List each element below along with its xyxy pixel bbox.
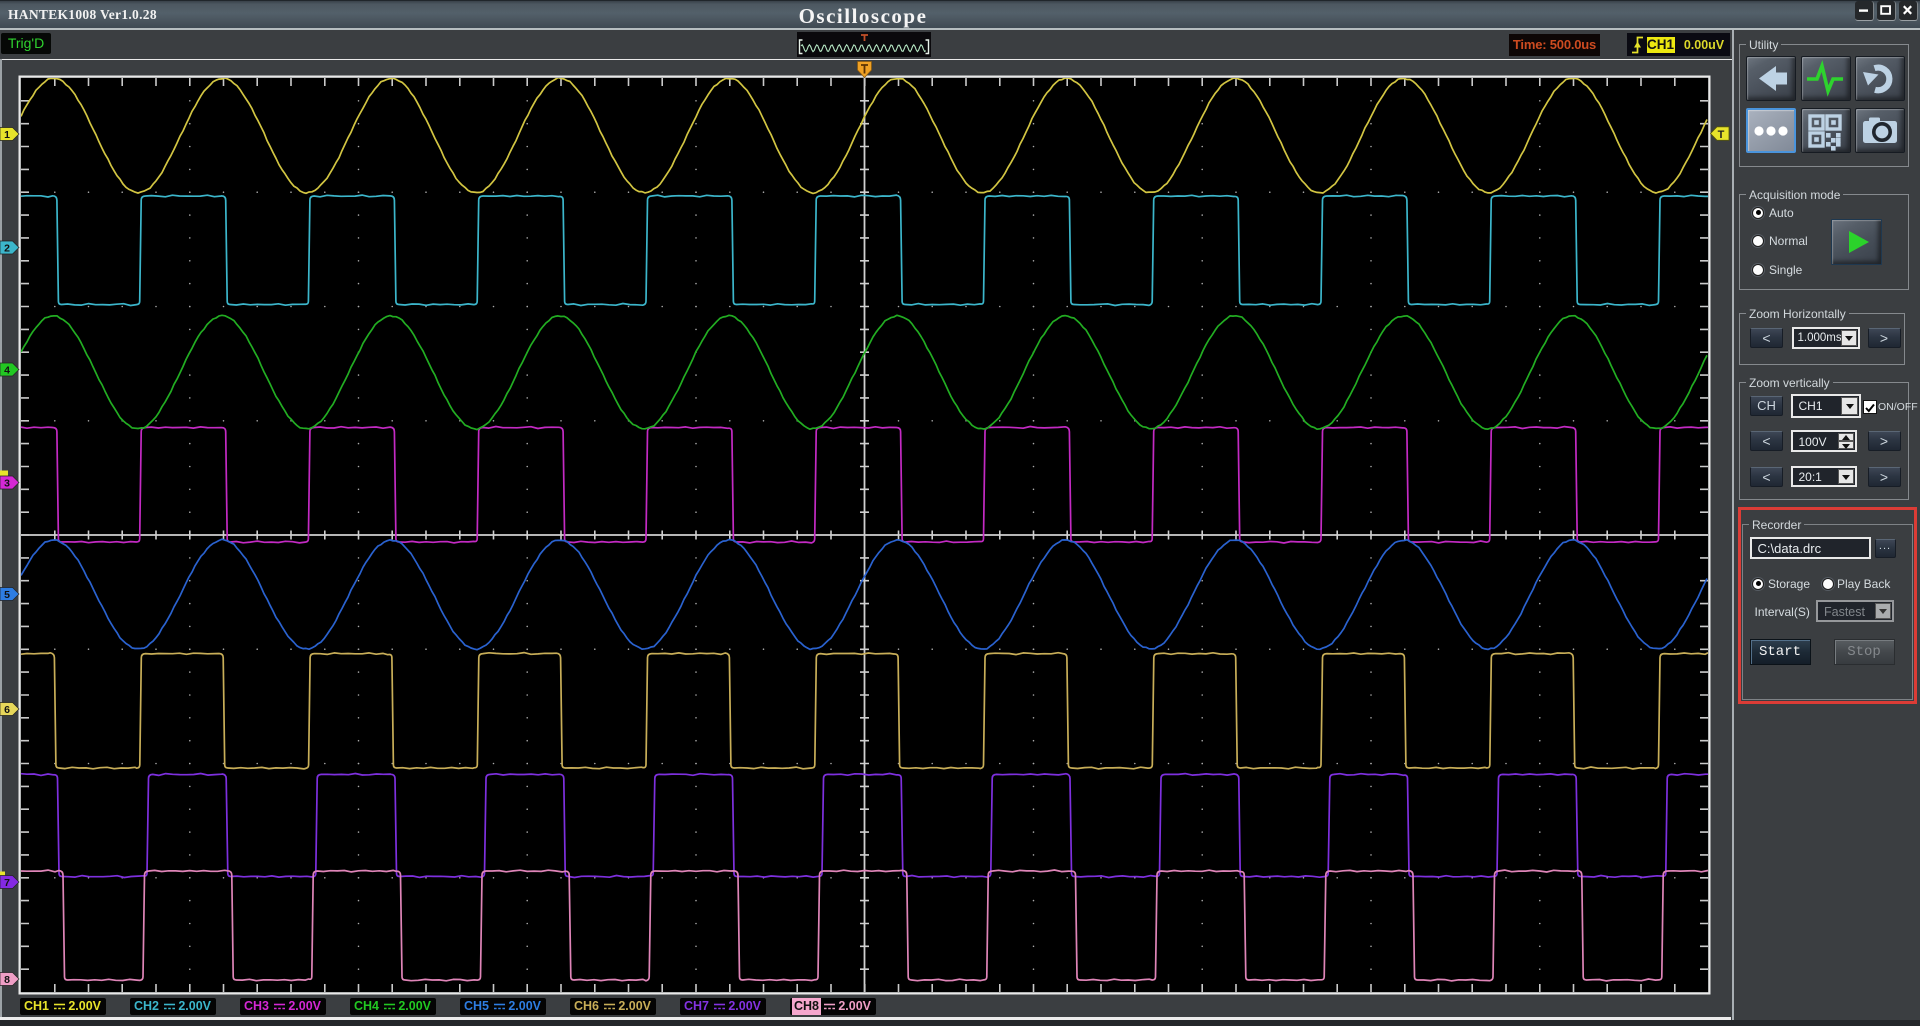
svg-text:2: 2 [4, 243, 10, 255]
svg-text:5: 5 [4, 589, 10, 601]
svg-text:6: 6 [4, 704, 10, 716]
svg-text:8: 8 [4, 974, 10, 986]
svg-text:4: 4 [4, 365, 10, 377]
svg-text:1: 1 [4, 129, 10, 141]
svg-text:T: T [1718, 129, 1725, 141]
svg-text:3: 3 [4, 478, 10, 490]
svg-text:7: 7 [4, 877, 10, 889]
